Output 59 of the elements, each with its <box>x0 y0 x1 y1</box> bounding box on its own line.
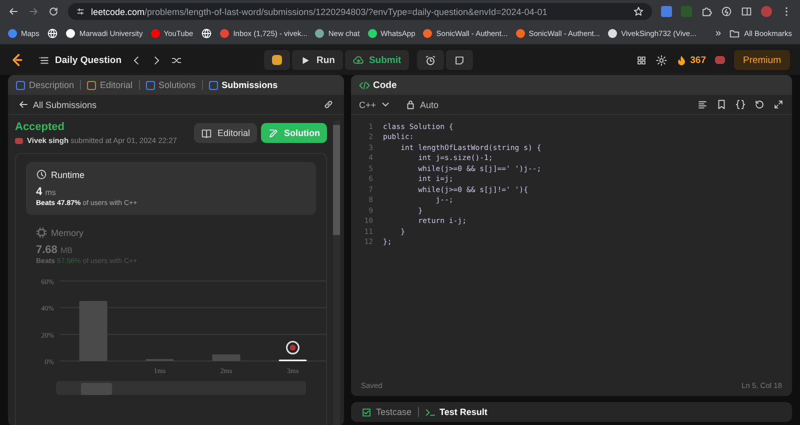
daily-question-link[interactable]: Daily Question <box>39 54 122 66</box>
grid-icon[interactable] <box>636 54 648 66</box>
bookmark-icon[interactable] <box>716 99 727 110</box>
alarm-clock-icon[interactable] <box>417 50 444 70</box>
address-bar[interactable]: leetcode.com/problems/length-of-last-word/submissions/1220294803/?envType=daily-question&envId=2024-04-01 <box>68 3 652 20</box>
status-text: Accepted <box>15 121 66 133</box>
panel-tab[interactable]: Solutions <box>146 80 196 90</box>
alarm-clock-drawing <box>425 54 436 66</box>
flame-icon <box>676 54 688 66</box>
terminal-icon <box>424 406 436 418</box>
braces-icon[interactable] <box>735 99 746 110</box>
back-icon[interactable] <box>8 6 19 17</box>
side-panel-icon[interactable] <box>741 6 752 17</box>
book-icon <box>201 128 212 138</box>
globe-icon[interactable] <box>201 28 212 39</box>
editorial-button[interactable]: Editorial <box>194 123 257 143</box>
more-bookmarks-button[interactable]: » <box>716 28 722 39</box>
panel-tab[interactable]: Test Result <box>424 406 488 418</box>
panel-tab[interactable]: Description <box>16 80 74 90</box>
code-tab[interactable]: Code <box>359 80 397 90</box>
run-button[interactable]: Run <box>292 50 343 70</box>
link-icon[interactable] <box>323 99 334 110</box>
code-icon <box>359 80 370 90</box>
folder-icon <box>729 28 740 39</box>
auto-mode-toggle[interactable]: Auto <box>405 99 439 110</box>
submit-button[interactable]: Submit <box>344 50 410 70</box>
puzzle-icon[interactable] <box>701 6 712 17</box>
chip-icon <box>36 227 47 238</box>
checkbox-icon <box>361 406 372 418</box>
edit-icon <box>268 128 279 138</box>
bookmark-star-icon[interactable] <box>633 6 644 17</box>
format-icon[interactable] <box>697 99 708 110</box>
lock-icon <box>405 99 416 110</box>
memory-title: Memory <box>51 228 84 238</box>
runtime-title: Runtime <box>51 170 85 180</box>
settings-icon[interactable] <box>656 54 668 66</box>
reload-icon[interactable] <box>48 6 59 17</box>
list-icon <box>39 54 50 66</box>
note-drawing <box>454 54 466 66</box>
panel-tab[interactable]: Testcase <box>361 406 412 418</box>
expand-icon[interactable] <box>773 99 784 110</box>
runtime-value: 4 ms <box>36 186 57 198</box>
reset-icon[interactable] <box>754 99 765 110</box>
streak-counter[interactable]: 367 <box>676 54 706 66</box>
panel-tab[interactable]: Submissions <box>208 80 278 90</box>
back-icon <box>18 99 29 110</box>
globe-icon[interactable] <box>47 28 58 39</box>
all-submissions-link[interactable]: All Submissions <box>18 99 97 110</box>
play-icon <box>300 54 312 66</box>
cloud-upload-icon <box>352 54 364 66</box>
site-settings-icon <box>76 7 85 16</box>
forward-icon[interactable] <box>28 6 39 17</box>
performance-icon[interactable] <box>721 6 732 17</box>
panel-tab[interactable]: Editorial <box>87 80 133 90</box>
language-dropdown[interactable]: C++ <box>359 99 392 110</box>
note-icon[interactable] <box>446 50 474 70</box>
premium-button[interactable]: Premium <box>734 50 790 70</box>
clock-icon <box>36 169 47 180</box>
memory-value: 7.68 MB <box>36 244 74 256</box>
